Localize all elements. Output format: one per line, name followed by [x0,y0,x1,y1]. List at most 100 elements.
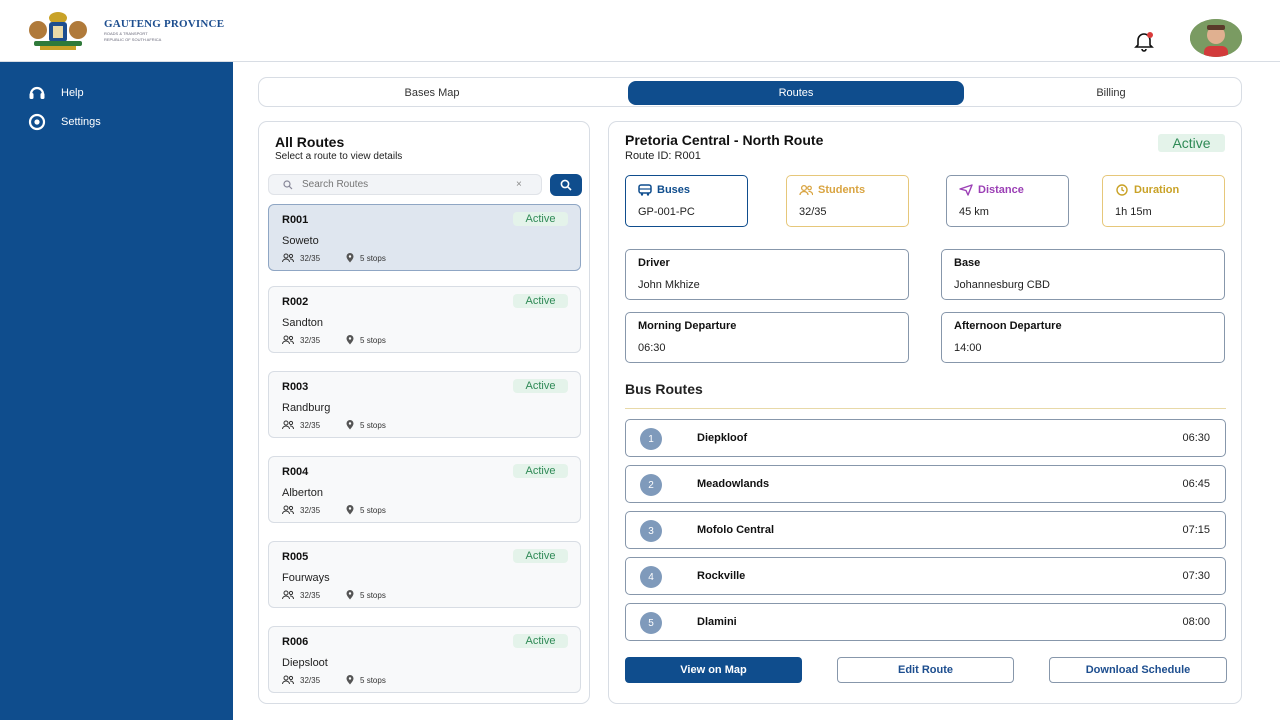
route-name: Diepsloot [282,657,328,669]
route-card-r005[interactable]: R005 Active Fourways 32/35 5 stops [268,541,581,608]
info-value: Johannesburg CBD [954,279,1051,291]
stat-label: Students [818,184,866,196]
info-label: Driver [638,257,670,269]
route-card-r004[interactable]: R004 Active Alberton 32/35 5 stops [268,456,581,523]
route-stop-item[interactable]: 3 Mofolo Central 07:15 [625,511,1226,549]
logo-subtitle: REPUBLIC OF SOUTH AFRICA [104,36,162,42]
status-badge: Active [513,379,568,393]
stat-value: GP-001-PC [638,206,695,218]
user-avatar[interactable] [1190,19,1242,57]
stat-value: 32/35 [799,206,827,218]
gear-icon [28,113,46,131]
download-schedule-button[interactable]: Download Schedule [1049,657,1227,683]
students-count: 32/35 [300,675,321,685]
info-morning-departure: Morning Departure 06:30 [625,312,909,363]
stops-count: 5 stops [360,505,386,515]
edit-route-button[interactable]: Edit Route [837,657,1014,683]
gauteng-logo[interactable]: GAUTENG PROVINCE ROADS & TRANSPORT REPUB… [18,8,224,52]
users-icon [282,420,294,430]
route-id: R001 [282,214,309,226]
route-name: Fourways [282,572,330,584]
stop-number: 3 [640,520,662,542]
route-id: R006 [282,636,309,648]
route-id-label: Route ID: R001 [625,150,701,162]
route-id: R005 [282,551,309,563]
students-count: 32/35 [300,253,321,263]
route-id: R002 [282,296,309,308]
route-stop-item[interactable]: 1 Diepkloof 06:30 [625,419,1226,457]
route-card-r002[interactable]: R002 Active Sandton 32/35 5 stops [268,286,581,353]
navigation-icon [959,184,973,196]
route-card-r006[interactable]: R006 Active Diepsloot 32/35 5 stops [268,626,581,693]
logo-title: GAUTENG PROVINCE [104,17,225,30]
status-badge: Active [513,549,568,563]
coat-of-arms-icon [29,12,87,50]
route-stop-item[interactable]: 2 Meadowlands 06:45 [625,465,1226,503]
clear-search-icon[interactable]: × [516,179,522,190]
map-pin-icon [346,590,354,600]
view-on-map-button[interactable]: View on Map [625,657,802,683]
sidebar: Help Settings [0,62,233,720]
route-id: R003 [282,381,309,393]
stat-label: Duration [1134,184,1180,196]
stop-time: 06:30 [1182,432,1210,444]
students-count: 32/35 [300,335,321,345]
status-badge: Active [513,294,568,308]
clock-icon [1116,184,1128,196]
map-pin-icon [346,675,354,685]
stop-name: Diepkloof [697,432,748,444]
route-card-r001[interactable]: R001 Active Soweto 32/35 5 stops [268,204,581,271]
route-stop-item[interactable]: 4 Rockville 07:30 [625,557,1226,595]
stop-name: Mofolo Central [697,524,774,536]
users-icon [799,184,813,196]
stat-distance: Distance 45 km [946,175,1069,227]
route-title: Pretoria Central - North Route [625,132,824,148]
notification-bell-icon[interactable] [1133,30,1155,52]
sidebar-item-settings[interactable]: Settings [27,112,101,132]
stat-students: Students 32/35 [786,175,909,227]
map-pin-icon [346,420,354,430]
stop-number: 5 [640,612,662,634]
stat-label: Buses [657,184,691,196]
users-icon [282,253,294,263]
info-value: John Mkhize [638,279,700,291]
students-count: 32/35 [300,505,321,515]
stat-duration: Duration 1h 15m [1102,175,1225,227]
status-badge: Active [513,634,568,648]
routes-panel-title: All Routes [275,134,345,150]
tab-routes[interactable]: Routes [628,81,964,105]
stop-time: 07:15 [1182,524,1210,536]
users-icon [282,505,294,515]
headset-icon [29,86,45,99]
tab-billing[interactable]: Billing [971,81,1251,105]
status-badge: Active [513,464,568,478]
stops-count: 5 stops [360,590,386,600]
route-stop-item[interactable]: 5 Dlamini 08:00 [625,603,1226,641]
stat-label: Distance [978,184,1024,196]
status-badge: Active [513,212,568,226]
info-label: Base [954,257,981,269]
sidebar-item-help[interactable]: Help [27,83,84,103]
tab-bases-map[interactable]: Bases Map [267,81,597,105]
route-detail-panel: Pretoria Central - North Route Route ID:… [608,121,1242,704]
stop-name: Dlamini [697,616,737,628]
logo-subtitle: ROADS & TRANSPORT [104,30,148,36]
stat-buses: Buses GP-001-PC [625,175,748,227]
search-icon [283,179,293,189]
route-card-r003[interactable]: R003 Active Randburg 32/35 5 stops [268,371,581,438]
stat-value: 1h 15m [1115,206,1152,218]
info-label: Morning Departure [638,320,737,332]
info-value: 14:00 [954,342,982,354]
stat-value: 45 km [959,206,989,218]
search-icon [560,179,572,191]
users-icon [282,590,294,600]
map-pin-icon [346,505,354,515]
students-count: 32/35 [300,420,321,430]
search-button[interactable] [550,174,582,196]
route-name: Soweto [282,235,319,247]
sidebar-item-label: Settings [61,116,101,128]
route-name: Sandton [282,317,323,329]
info-driver: Driver John Mkhize [625,249,909,300]
search-input[interactable] [302,179,512,190]
bus-routes-title: Bus Routes [625,381,703,397]
